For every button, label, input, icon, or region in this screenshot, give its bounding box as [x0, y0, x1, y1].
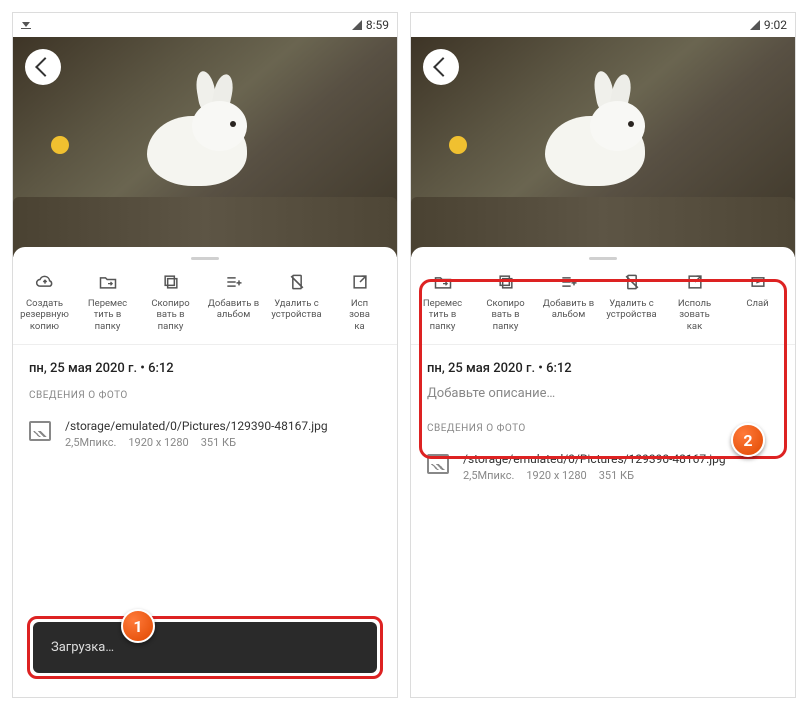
file-meta-left: 2,5Мпикс.1920 x 1280351 КБ — [65, 436, 328, 449]
action-list-add[interactable]: Добавить в альбом — [202, 272, 265, 332]
action-label: Скопиро вать в папку — [486, 298, 524, 332]
status-bar: 9:02 — [411, 13, 795, 37]
list-add-icon — [224, 272, 244, 292]
action-copy[interactable]: Скопиро вать в папку — [474, 272, 537, 332]
photo-preview[interactable] — [13, 37, 397, 257]
action-label: Перемес тить в папку — [88, 298, 127, 332]
action-cloud-up[interactable]: Создать резервную копию — [13, 272, 76, 332]
action-label: Удалить с устройства — [606, 298, 656, 321]
copy-icon — [496, 272, 516, 292]
external-icon — [350, 272, 370, 292]
device-x-icon — [622, 272, 642, 292]
image-file-icon — [427, 454, 449, 474]
details-sheet: Перемес тить в папку Скопиро вать в папку… — [411, 247, 795, 492]
action-device-x[interactable]: Удалить с устройства — [600, 272, 663, 332]
action-label: Слай — [746, 298, 768, 309]
details-sheet: Создать резервную копию Перемес тить в па… — [13, 247, 397, 459]
drag-handle[interactable] — [191, 257, 219, 260]
callout-badge-2: 2 — [731, 423, 765, 457]
external-icon — [685, 272, 705, 292]
folder-move-icon — [98, 272, 118, 292]
section-header: СВЕДЕНИЯ О ФОТО — [13, 382, 397, 409]
action-label: Исполь зовать как — [678, 298, 711, 332]
callout-badge-1: 1 — [121, 609, 155, 643]
toast: Загрузка… — [33, 622, 377, 673]
phone-right: 9:02 Перемес тить в папку Скопиро вать в … — [410, 12, 796, 698]
action-copy[interactable]: Скопиро вать в папку — [139, 272, 202, 332]
photo-date: пн, 25 мая 2020 г. • 6:12 — [411, 345, 795, 382]
action-label: Добавить в альбом — [543, 298, 594, 321]
arrow-left-icon — [35, 57, 55, 77]
slides-icon — [748, 272, 768, 292]
action-label: Исп зова ка — [349, 298, 370, 332]
file-info: /storage/emulated/0/Pictures/129390-4816… — [13, 409, 397, 459]
action-label: Удалить с устройства — [271, 298, 321, 321]
status-bar: 8:59 — [13, 13, 397, 37]
actions-row-right: Перемес тить в папку Скопиро вать в папку… — [411, 268, 795, 345]
clock: 9:02 — [764, 18, 787, 32]
back-button[interactable] — [423, 49, 459, 85]
device-x-icon — [287, 272, 307, 292]
signal-icon — [352, 20, 362, 30]
action-label: Создать резервную копию — [20, 298, 69, 332]
action-external[interactable]: Исп зова ка — [328, 272, 391, 332]
action-folder-move[interactable]: Перемес тить в папку — [76, 272, 139, 332]
action-device-x[interactable]: Удалить с устройства — [265, 272, 328, 332]
action-folder-move[interactable]: Перемес тить в папку — [411, 272, 474, 332]
drag-handle[interactable] — [589, 257, 617, 260]
photo-date: пн, 25 мая 2020 г. • 6:12 — [13, 345, 397, 382]
folder-move-icon — [433, 272, 453, 292]
copy-icon — [161, 272, 181, 292]
phone-left: 8:59 Создать резервную копию Перемес тить… — [12, 12, 398, 698]
list-add-icon — [559, 272, 579, 292]
signal-icon — [750, 20, 760, 30]
actions-row-left: Создать резервную копию Перемес тить в па… — [13, 268, 397, 345]
download-icon — [21, 22, 31, 29]
action-label: Добавить в альбом — [208, 298, 259, 321]
photo-preview[interactable] — [411, 37, 795, 257]
cloud-up-icon — [35, 272, 55, 292]
file-path: /storage/emulated/0/Pictures/129390-4816… — [65, 419, 328, 433]
toast-highlight: Загрузка… — [27, 616, 383, 679]
action-list-add[interactable]: Добавить в альбом — [537, 272, 600, 332]
action-label: Скопиро вать в папку — [151, 298, 189, 332]
file-meta-right: 2,5Мпикс.1920 x 1280351 КБ — [463, 469, 726, 482]
action-external[interactable]: Исполь зовать как — [663, 272, 726, 332]
arrow-left-icon — [433, 57, 453, 77]
file-path: /storage/emulated/0/Pictures/129390-4816… — [463, 452, 726, 466]
clock: 8:59 — [366, 18, 389, 32]
back-button[interactable] — [25, 49, 61, 85]
action-slides[interactable]: Слай — [726, 272, 789, 332]
image-file-icon — [29, 421, 51, 441]
description-input[interactable]: Добавьте описание… — [411, 382, 795, 415]
action-label: Перемес тить в папку — [423, 298, 462, 332]
